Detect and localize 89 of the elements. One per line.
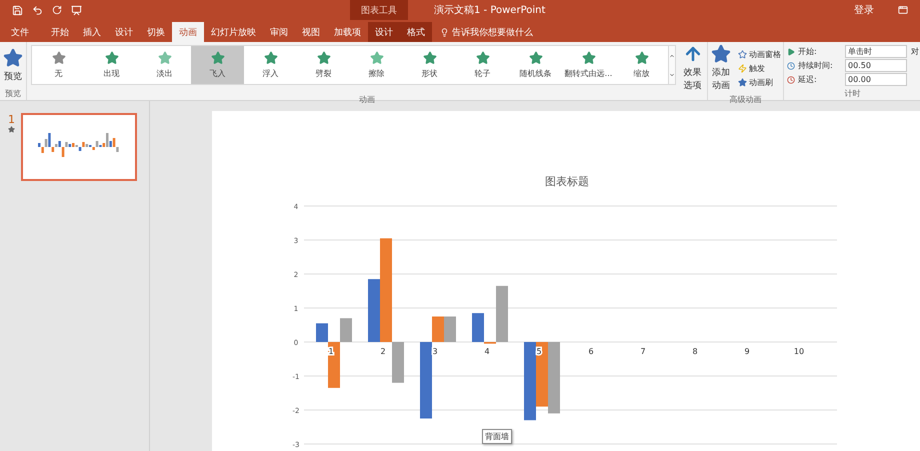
lightbulb-icon	[440, 28, 449, 36]
ribbon-tab[interactable]: 设计	[108, 22, 140, 42]
delay-field[interactable]: 00.00	[845, 73, 907, 86]
star-icon	[422, 51, 436, 65]
axis-label: 7	[640, 347, 646, 356]
ribbon-display-icon[interactable]	[898, 5, 908, 15]
animation-item[interactable]: 出现	[85, 46, 138, 84]
star-icon	[264, 51, 278, 65]
axis-label: 3	[432, 347, 438, 356]
star-icon	[316, 51, 330, 65]
star-icon	[476, 51, 490, 65]
reorder-button[interactable]: 对	[909, 45, 920, 58]
redo-icon[interactable]	[52, 5, 62, 15]
clock-icon	[787, 62, 795, 70]
star-icon	[738, 78, 747, 86]
chevron-down-icon[interactable]	[669, 72, 675, 78]
star-icon	[634, 51, 648, 65]
group-label: 高级动画	[728, 94, 762, 105]
star-icon	[711, 44, 731, 64]
star-icon	[738, 50, 747, 58]
group-label: 计时	[844, 88, 862, 100]
animation-item[interactable]: 淡出	[138, 46, 191, 84]
ribbon-tab[interactable]: 插入	[76, 22, 108, 42]
ribbon-tab[interactable]: 文件	[4, 22, 36, 42]
slideshow-icon[interactable]	[71, 4, 82, 16]
sign-in-link[interactable]: 登录	[854, 3, 874, 17]
animation-painter-button[interactable]: 动画刷	[736, 76, 783, 88]
ribbon-tab[interactable]: 审阅	[263, 22, 295, 42]
axis-label: 5	[536, 347, 542, 356]
ribbon-tab[interactable]: 开始	[44, 22, 76, 42]
start-label: 开始:	[798, 46, 818, 57]
window-title: 演示文稿1 - PowerPoint	[434, 4, 546, 17]
add-animation-button[interactable]: 添加动画	[708, 42, 734, 94]
lightning-icon	[738, 64, 747, 72]
preview-button[interactable]: 预览	[0, 46, 26, 84]
duration-label: 持续时间:	[798, 60, 834, 71]
start-dropdown[interactable]: 单击时	[845, 45, 907, 58]
ribbon-tab[interactable]: 切换	[140, 22, 172, 42]
animation-item[interactable]: 劈裂	[297, 46, 350, 84]
tell-me-search[interactable]: 告诉我你想要做什么	[440, 22, 533, 42]
ribbon-tab[interactable]: 设计	[368, 22, 400, 42]
gallery-scroll[interactable]	[669, 45, 676, 85]
star-icon	[370, 51, 384, 65]
animation-item[interactable]: 擦除	[350, 46, 403, 84]
chart-title: 图表标题	[545, 175, 589, 188]
ribbon-tab[interactable]: 视图	[295, 22, 327, 42]
star-icon	[8, 126, 15, 133]
context-title: 图表工具	[361, 4, 397, 16]
animation-item[interactable]: 浮入	[244, 46, 297, 84]
ribbon-tab[interactable]: 格式	[400, 22, 432, 42]
effect-options-button[interactable]: 效果选项	[678, 42, 707, 94]
animation-item[interactable]: 缩放	[615, 46, 668, 84]
animation-item[interactable]: 飞入	[191, 46, 244, 84]
star-icon	[3, 48, 23, 68]
undo-icon[interactable]	[32, 4, 43, 16]
star-icon	[104, 51, 118, 65]
ribbon-tab[interactable]: 幻灯片放映	[204, 22, 263, 42]
axis-label: 4	[484, 347, 490, 356]
axis-label: 6	[588, 347, 594, 356]
animation-item[interactable]: 无	[32, 46, 85, 84]
chevron-up-icon[interactable]	[669, 52, 675, 58]
clock-icon	[787, 76, 795, 84]
star-icon	[158, 51, 172, 65]
play-icon	[787, 48, 795, 56]
axis-label: 1	[328, 347, 334, 356]
animation-item[interactable]: 翻转式由远...	[562, 46, 615, 84]
save-icon[interactable]	[12, 4, 23, 16]
star-icon	[210, 51, 224, 65]
animation-item[interactable]: 形状	[403, 46, 456, 84]
axis-label: 10	[794, 347, 804, 356]
animation-item[interactable]: 随机线条	[509, 46, 562, 84]
animation-pane-button[interactable]: 动画窗格	[736, 48, 783, 60]
delay-label: 延迟:	[798, 74, 818, 85]
axis-label: 9	[744, 347, 750, 356]
star-icon	[52, 51, 66, 65]
star-icon	[582, 51, 596, 65]
ribbon-tab[interactable]: 加载项	[327, 22, 368, 42]
axis-label: 8	[692, 347, 698, 356]
axis-label: 2	[380, 347, 386, 356]
slide-number: 1	[8, 113, 15, 126]
group-label: 预览	[4, 88, 22, 100]
trigger-button[interactable]: 触发	[736, 62, 783, 74]
animation-item[interactable]: 轮子	[456, 46, 509, 84]
slide-thumbnail[interactable]	[21, 113, 137, 181]
duration-field[interactable]: 00.50	[845, 59, 907, 72]
tooltip: 背面墙	[482, 429, 512, 444]
star-icon	[528, 51, 542, 65]
group-label: 动画	[358, 94, 376, 105]
ribbon-tab[interactable]: 动画	[172, 22, 204, 42]
